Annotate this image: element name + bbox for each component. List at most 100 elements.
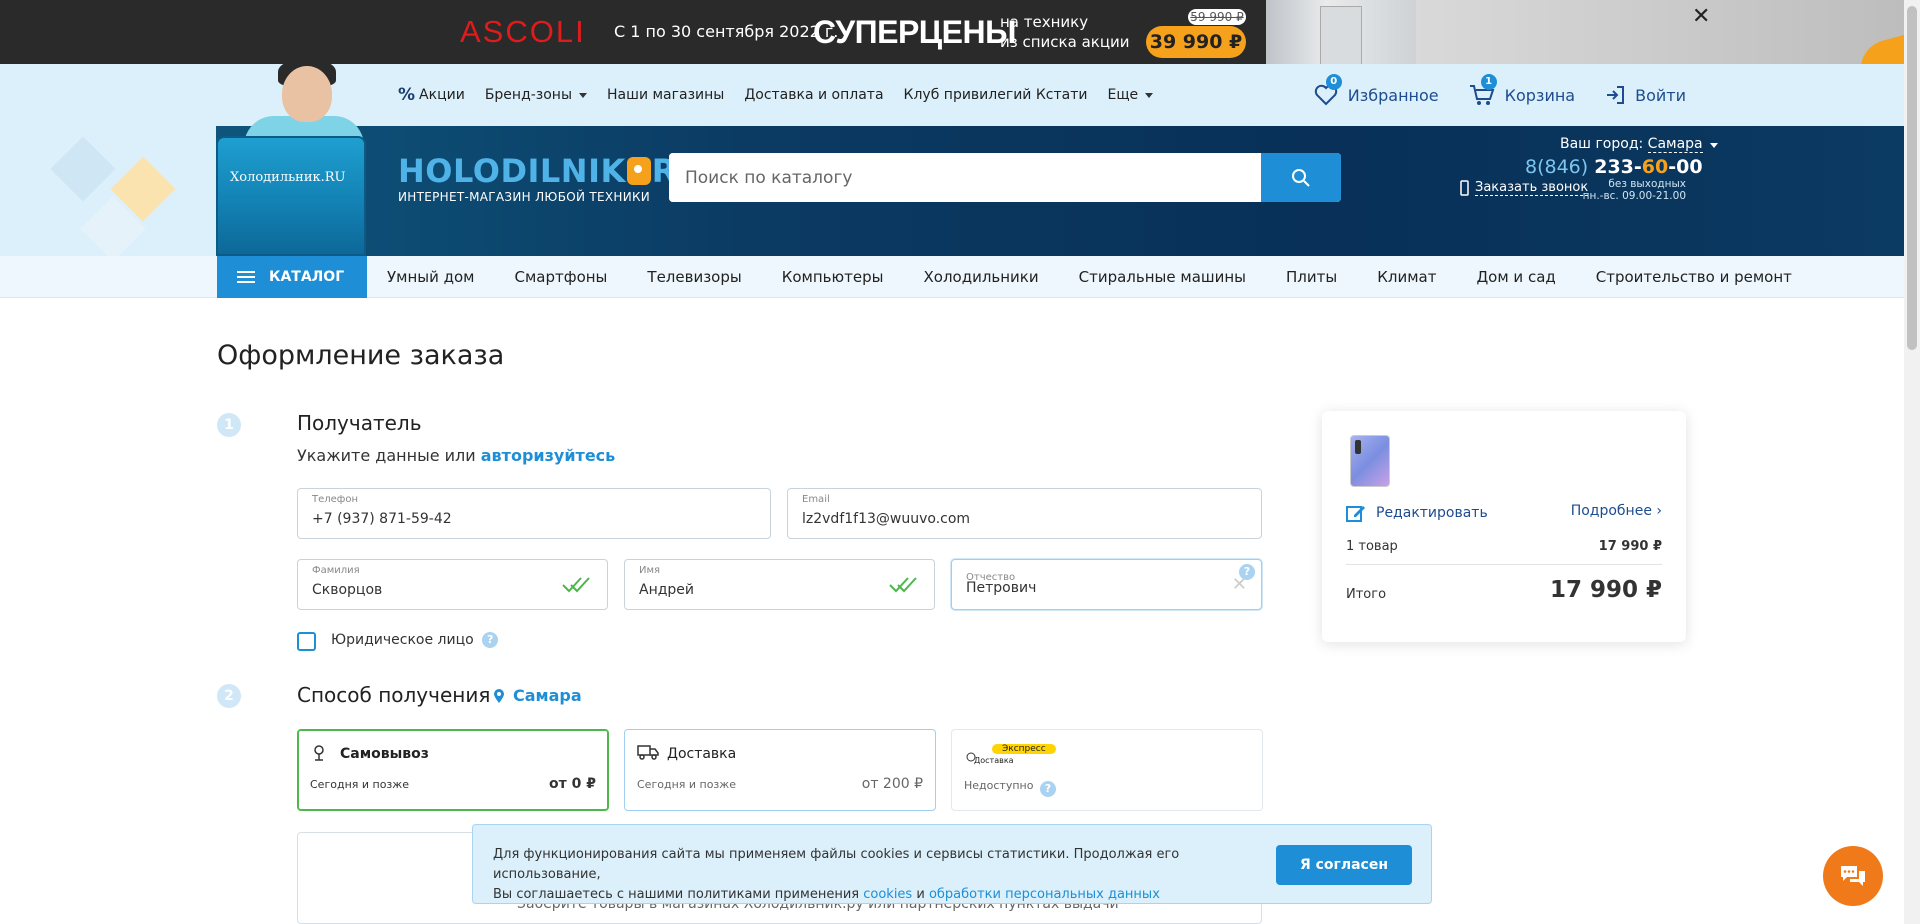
pickup-title: Самовывоз — [340, 746, 429, 762]
more-details-link[interactable]: Подробнее › — [1571, 503, 1662, 519]
cart-link[interactable]: 1 Корзина — [1469, 74, 1575, 106]
lastname-field-label: Фамилия — [312, 565, 360, 576]
privacy-policy-link[interactable]: обработки персональных данных — [929, 887, 1160, 902]
close-icon[interactable]: ✕ — [1692, 4, 1710, 29]
scrollbar-thumb[interactable] — [1907, 6, 1917, 350]
working-hours: без выходных пн.-вс. 09.00-21.00 — [1560, 178, 1686, 202]
category-smartphones[interactable]: Смартфоны — [515, 268, 608, 286]
category-smart-home[interactable]: Умный дом — [387, 268, 475, 286]
search-button[interactable] — [1261, 153, 1341, 202]
category-construction[interactable]: Строительство и ремонт — [1596, 268, 1792, 286]
login-label: Войти — [1635, 85, 1686, 105]
firstname-input[interactable] — [639, 582, 878, 598]
delivery-city-link[interactable]: Самара — [493, 686, 582, 705]
express-subtitle-text: Недоступно — [964, 779, 1034, 792]
cookie-text-part: и — [916, 887, 925, 902]
percent-icon: % — [398, 85, 416, 105]
express-badge: Экспресс — [992, 744, 1056, 754]
pickup-price: от 0 ₽ — [549, 776, 596, 792]
category-home-garden[interactable]: Дом и сад — [1476, 268, 1555, 286]
caret-down-icon — [1710, 143, 1719, 148]
nav-link-club[interactable]: Клуб привилегий Кстати — [904, 87, 1088, 103]
category-links: Умный дом Смартфоны Телевизоры Компьютер… — [387, 256, 1792, 298]
accept-cookies-button[interactable]: Я согласен — [1276, 845, 1412, 885]
delivery-price: от 200 ₽ — [861, 776, 923, 792]
promo-subtitle-line1: на технику — [1000, 13, 1089, 31]
express-icon — [966, 752, 976, 762]
recipient-title: Получатель — [297, 411, 422, 435]
city-selector[interactable]: Ваш город: Самара — [1560, 136, 1719, 153]
step-number: 2 — [217, 684, 241, 708]
phone-input[interactable] — [312, 511, 714, 527]
cookie-text: Для функционирования сайта мы применяем … — [493, 845, 1253, 905]
nav-link-label: Еще — [1107, 87, 1139, 103]
nav-link-brand-zones[interactable]: Бренд-зоны — [485, 87, 588, 103]
truck-icon — [637, 745, 659, 760]
product-thumbnail[interactable] — [1350, 435, 1390, 487]
login-link[interactable]: Войти — [1605, 85, 1686, 105]
category-tvs[interactable]: Телевизоры — [647, 268, 741, 286]
category-washing-machines[interactable]: Стиральные машины — [1079, 268, 1246, 286]
email-input[interactable] — [802, 511, 1205, 527]
phone-code: 8(846) — [1525, 156, 1589, 178]
location-pin-icon — [494, 688, 504, 703]
express-subtitle: Недоступно ? — [964, 778, 1056, 797]
delivery-option[interactable]: Доставка Сегодня и позже от 200 ₽ — [624, 729, 936, 811]
search-input[interactable] — [669, 153, 1279, 202]
category-computers[interactable]: Компьютеры — [782, 268, 884, 286]
clear-icon[interactable]: ✕ — [1232, 574, 1247, 595]
legal-entity-checkbox[interactable] — [297, 632, 316, 651]
nav-link-label: Клуб привилегий Кстати — [903, 87, 1088, 103]
favorites-link[interactable]: 0 Избранное — [1314, 74, 1439, 106]
edit-icon — [1346, 506, 1365, 522]
lastname-field[interactable]: Фамилия — [297, 559, 608, 610]
chat-button[interactable] — [1823, 846, 1883, 906]
promo-subtitle-line2: из списка акции — [1000, 33, 1130, 51]
pin-icon — [314, 745, 324, 761]
page-scrollbar[interactable] — [1904, 0, 1920, 924]
catalog-button-label: КАТАЛОГ — [269, 269, 345, 285]
cookie-text-line: Для функционирования сайта мы применяем … — [493, 847, 1180, 882]
phone-field[interactable]: Телефон — [297, 488, 771, 539]
pickup-option[interactable]: Самовывоз Сегодня и позже от 0 ₽ — [297, 729, 609, 811]
header-decoration — [0, 126, 216, 262]
city-prefix: Ваш город: — [1560, 136, 1644, 152]
mascot-fridge-text: Холодильник.RU — [230, 170, 346, 185]
category-stoves[interactable]: Плиты — [1286, 268, 1337, 286]
patronymic-field[interactable]: Отчество ? ✕ — [951, 559, 1262, 610]
help-icon[interactable]: ? — [482, 632, 499, 648]
nav-link-promotions[interactable]: % Акции — [398, 85, 465, 105]
firstname-field[interactable]: Имя — [624, 559, 935, 610]
lastname-input[interactable] — [312, 582, 551, 598]
favorites-label: Избранное — [1347, 85, 1439, 105]
search-bar — [669, 153, 1341, 202]
cookies-policy-link[interactable]: cookies — [863, 887, 912, 902]
items-label: 1 товар — [1346, 539, 1398, 554]
catalog-button[interactable]: КАТАЛОГ — [217, 256, 367, 298]
nav-link-more[interactable]: Еще — [1107, 87, 1154, 103]
promo-dates: С 1 по 30 сентября 2022 г. — [614, 22, 839, 41]
search-icon — [1292, 168, 1310, 187]
edit-cart-link[interactable]: Редактировать — [1346, 503, 1488, 523]
nav-link-stores[interactable]: Наши магазины — [607, 87, 724, 103]
category-fridges[interactable]: Холодильники — [923, 268, 1038, 286]
help-icon[interactable]: ? — [1039, 781, 1056, 797]
email-field-label: Email — [802, 494, 830, 505]
nav-link-delivery[interactable]: Доставка и оплата — [744, 87, 883, 103]
patronymic-input[interactable] — [966, 580, 1205, 596]
site-logo[interactable]: HOLODILNIKRU — [398, 152, 703, 190]
category-climate[interactable]: Климат — [1377, 268, 1436, 286]
promo-subtitle: на технику из списка акции — [1000, 12, 1130, 52]
promo-fridge-image — [1266, 0, 1416, 64]
recipient-subtitle: Укажите данные или авторизуйтесь — [297, 446, 615, 465]
phone-number[interactable]: 8(846) 233-60-00 — [1525, 156, 1703, 178]
mobile-phone-icon — [1460, 180, 1469, 196]
logo-tagline: ИНТЕРНЕТ-МАГАЗИН ЛЮБОЙ ТЕХНИКИ — [398, 190, 651, 204]
express-delivery-option[interactable]: Экспресс Доставка Недоступно ? — [951, 729, 1263, 811]
email-field[interactable]: Email — [787, 488, 1262, 539]
divider — [1346, 564, 1662, 565]
page-title: Оформление заказа — [217, 340, 505, 371]
city-name: Самара — [1647, 136, 1703, 153]
promo-banner[interactable]: ASCOLI С 1 по 30 сентября 2022 г. СУПЕРЦ… — [0, 0, 1904, 64]
login-prompt-link[interactable]: авторизуйтесь — [481, 446, 616, 465]
